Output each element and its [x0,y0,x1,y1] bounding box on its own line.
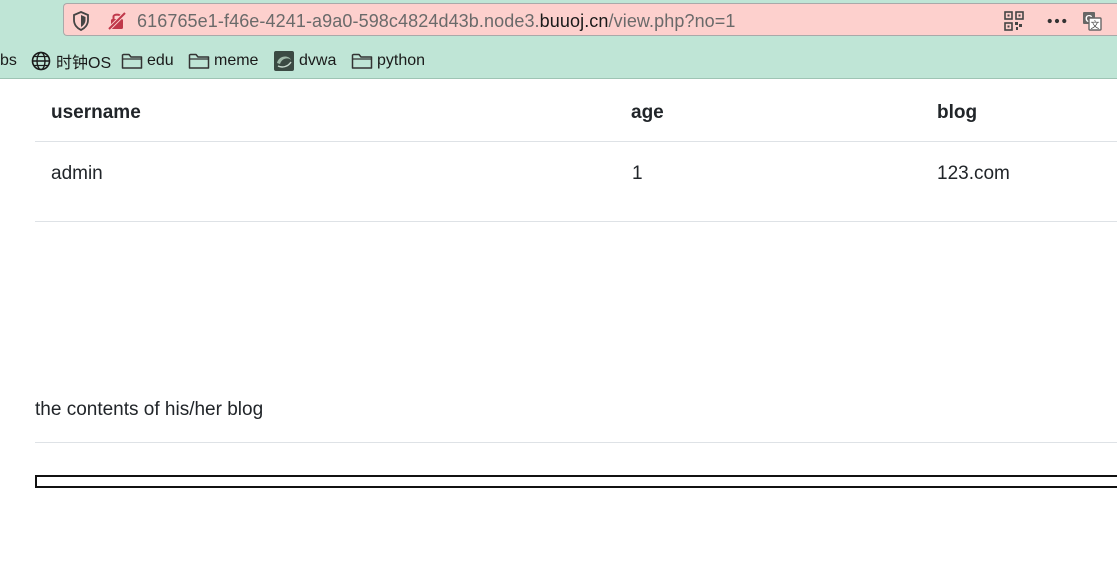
bookmark-label: dvwa [299,52,337,69]
cell-username: admin [51,163,103,184]
more-options-icon[interactable] [1047,11,1067,31]
cell-age: 1 [632,163,643,184]
bookmark-meme[interactable]: meme [188,50,258,72]
divider [35,442,1117,443]
page-content: username age blog admin 1 123.com the co… [0,80,1117,578]
insecure-lock-icon[interactable] [107,11,127,31]
user-table: username age blog [35,80,1117,142]
folder-icon [188,50,210,72]
header-blog: blog [937,102,978,123]
site-icon [273,50,295,72]
shield-icon[interactable] [71,11,91,31]
folder-icon [121,50,143,72]
qr-code-icon[interactable] [1004,11,1024,31]
url-text[interactable]: 616765e1-f46e-4241-a9a0-598c4824d43b.nod… [137,10,736,32]
address-bar[interactable]: 616765e1-f46e-4241-a9a0-598c4824d43b.nod… [63,3,1117,36]
bookmark-python[interactable]: python [351,50,425,72]
bookmark-edu[interactable]: edu [121,50,174,72]
folder-icon [351,50,373,72]
svg-text:文: 文 [1090,19,1099,31]
globe-icon [30,50,52,72]
row-divider [35,221,1117,222]
cell-blog: 123.com [937,163,1010,184]
bookmark-label: 时钟OS [56,55,112,72]
blog-heading: the contents of his/her blog [35,399,264,420]
bookmark-label: python [377,52,426,69]
table-header-row: username age blog [35,80,1117,142]
browser-toolbar: 616765e1-f46e-4241-a9a0-598c4824d43b.nod… [0,0,1117,44]
blog-iframe[interactable] [35,475,1117,488]
url-path: /view.php?no=1 [608,11,736,31]
bookmark-label: bs [0,52,17,69]
header-age: age [631,102,664,123]
translate-icon[interactable]: G 文 [1082,11,1102,31]
header-username: username [51,102,141,123]
bookmark-shizhong-os[interactable]: 时钟OS [30,50,111,72]
bookmark-bs[interactable]: bs [0,50,17,72]
bookmark-label: edu [147,52,174,69]
url-domain: buuoj.cn [539,11,609,31]
bookmark-label: meme [214,52,259,69]
bookmark-dvwa[interactable]: dvwa [273,50,336,72]
bookmarks-bar: bs 时钟OS edu meme dvwa python [0,44,1117,79]
url-prefix: 616765e1-f46e-4241-a9a0-598c4824d43b.nod… [137,11,540,31]
